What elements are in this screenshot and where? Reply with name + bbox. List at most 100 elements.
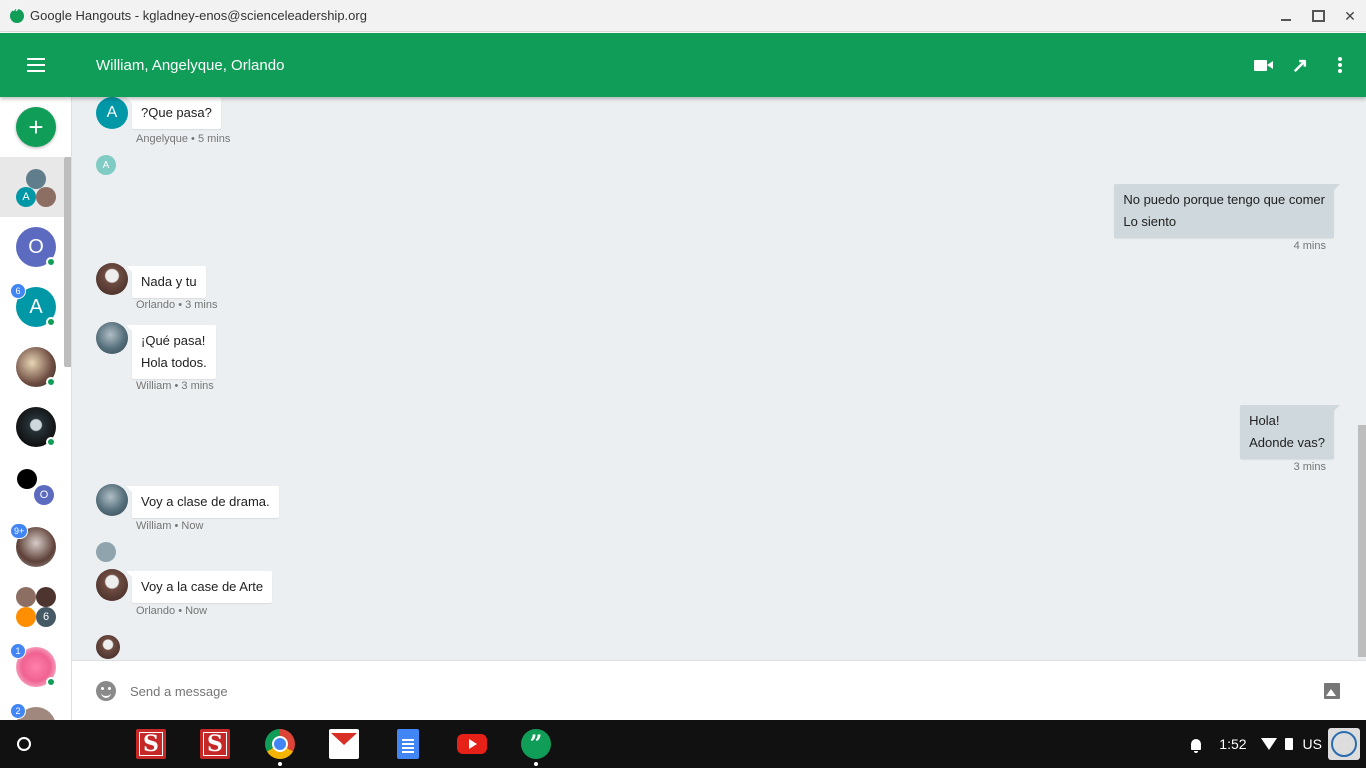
wifi-icon[interactable] — [1260, 738, 1277, 750]
avatar: A — [16, 187, 36, 207]
sidebar-conversation-group[interactable]: O — [0, 457, 64, 517]
attach-image-icon[interactable] — [1324, 683, 1340, 699]
avatar — [17, 469, 37, 489]
sidebar-conversation-group[interactable]: 6 — [0, 577, 64, 637]
message-line: Lo siento — [1123, 214, 1177, 229]
message-line: Hola todos. — [141, 355, 207, 370]
notification-bell-icon[interactable] — [1191, 738, 1202, 753]
battery-icon[interactable] — [1284, 738, 1293, 750]
maximize-icon[interactable] — [1302, 0, 1334, 32]
message-list[interactable]: A ?Que pasa? Angelyque • 5 mins A No pue… — [72, 97, 1366, 660]
unread-badge: 1 — [10, 643, 26, 659]
online-indicator — [46, 677, 56, 687]
unread-badge: 6 — [10, 283, 26, 299]
sender-avatar: A — [96, 97, 128, 129]
status-tray[interactable]: 1:52 US — [1191, 720, 1366, 768]
group-member-count: 6 — [36, 607, 56, 627]
sidebar-conversation-group-active[interactable]: A — [0, 157, 64, 217]
pop-out-icon[interactable]: ↗ — [1290, 55, 1310, 77]
close-icon[interactable]: ✕ — [1334, 0, 1366, 32]
compose-bar — [72, 660, 1366, 720]
avatar — [16, 587, 36, 607]
youtube-icon[interactable] — [457, 734, 487, 754]
conversation-title: William, Angelyque, Orlando — [96, 56, 285, 74]
message-bubble: ¡Qué pasa! Hola todos. — [126, 325, 216, 379]
chrome-icon[interactable] — [265, 729, 295, 759]
window-title: Google Hangouts - kgladney-enos@sciencel… — [30, 8, 367, 23]
hangouts-app-icon — [10, 6, 24, 23]
message-bubble: Nada y tu — [126, 266, 206, 298]
sidebar-conversation[interactable]: 1 — [0, 637, 64, 697]
video-call-icon[interactable] — [1250, 55, 1273, 75]
online-indicator — [46, 437, 56, 447]
message-meta: 4 mins — [1293, 240, 1326, 252]
message-line: Hola! — [1249, 413, 1280, 428]
message-bubble-outgoing: No puedo porque tengo que comer Lo sient… — [1114, 184, 1340, 238]
message-line: Nada y tu — [141, 274, 197, 289]
sender-avatar — [96, 322, 128, 354]
avatar: O — [34, 485, 54, 505]
sender-avatar — [96, 263, 128, 295]
minimize-icon[interactable] — [1270, 0, 1302, 32]
message-bubble: Voy a clase de drama. — [126, 486, 279, 518]
avatar — [16, 607, 36, 627]
message-meta: William • Now — [136, 520, 204, 532]
message-meta: Orlando • Now — [136, 605, 208, 617]
avatar — [36, 187, 56, 207]
avatar — [26, 169, 46, 189]
message-meta: William • 3 mins — [136, 380, 214, 392]
user-avatar-icon[interactable] — [1328, 728, 1360, 760]
online-indicator — [46, 377, 56, 387]
docs-icon[interactable] — [397, 729, 419, 759]
avatar — [36, 587, 56, 607]
unread-badge: 9+ — [10, 523, 29, 539]
window-controls: ✕ — [1270, 0, 1366, 32]
message-line: Adonde vas? — [1249, 435, 1325, 450]
conversation-sidebar: + A O A 6 O 9+ 6 1 2 — [0, 97, 72, 720]
emoji-icon[interactable] — [96, 681, 116, 701]
message-bubble-outgoing: Hola! Adonde vas? — [1240, 405, 1340, 459]
gmail-icon[interactable] — [329, 729, 359, 759]
read-receipt-avatar — [96, 635, 120, 659]
sender-avatar — [96, 569, 128, 601]
sidebar-scrollbar[interactable] — [64, 157, 71, 367]
sender-avatar — [96, 484, 128, 516]
read-receipt-avatar: A — [96, 155, 116, 175]
message-line: No puedo porque tengo que comer — [1123, 192, 1325, 207]
sidebar-conversation[interactable] — [0, 397, 64, 457]
window-title-bar: Google Hangouts - kgladney-enos@sciencel… — [0, 0, 1366, 32]
message-line: Voy a la case de Arte — [141, 579, 264, 594]
new-conversation-button[interactable]: + — [16, 107, 56, 147]
unread-badge: 2 — [10, 703, 26, 719]
chat-scrollbar[interactable] — [1358, 425, 1366, 657]
online-indicator — [46, 257, 56, 267]
launcher-icon[interactable] — [17, 737, 31, 751]
running-indicator — [534, 762, 538, 766]
sidebar-conversation[interactable]: O — [0, 217, 64, 277]
sidebar-conversation[interactable]: 2 — [0, 697, 64, 720]
message-line: ?Que pasa? — [141, 105, 212, 120]
header-actions: ↗ — [1250, 33, 1350, 97]
conversation-header: William, Angelyque, Orlando ↗ — [0, 33, 1366, 97]
message-meta: Angelyque • 5 mins — [136, 133, 231, 145]
running-indicator — [278, 762, 282, 766]
message-meta: Orlando • 3 mins — [136, 299, 218, 311]
message-line: ¡Qué pasa! — [141, 333, 206, 348]
hamburger-menu-icon[interactable] — [0, 33, 72, 97]
message-bubble: Voy a la case de Arte — [125, 571, 273, 603]
app-s-icon[interactable]: S — [136, 729, 166, 759]
read-receipt-avatar — [96, 542, 116, 562]
clock[interactable]: 1:52 — [1219, 736, 1246, 752]
message-input[interactable] — [130, 679, 1230, 703]
more-options-icon[interactable] — [1330, 55, 1350, 75]
message-line: Voy a clase de drama. — [141, 494, 270, 509]
sidebar-conversation[interactable] — [0, 337, 64, 397]
hangouts-icon[interactable]: ” — [521, 729, 551, 759]
os-shelf: S S ” 1:52 US — [0, 720, 1366, 768]
message-meta: 3 mins — [1293, 461, 1326, 473]
sidebar-conversation[interactable]: A 6 — [0, 277, 64, 337]
message-bubble: ?Que pasa? — [126, 97, 221, 129]
input-method-indicator[interactable]: US — [1303, 736, 1322, 752]
app-s-icon[interactable]: S — [200, 729, 230, 759]
sidebar-conversation[interactable]: 9+ — [0, 517, 64, 577]
